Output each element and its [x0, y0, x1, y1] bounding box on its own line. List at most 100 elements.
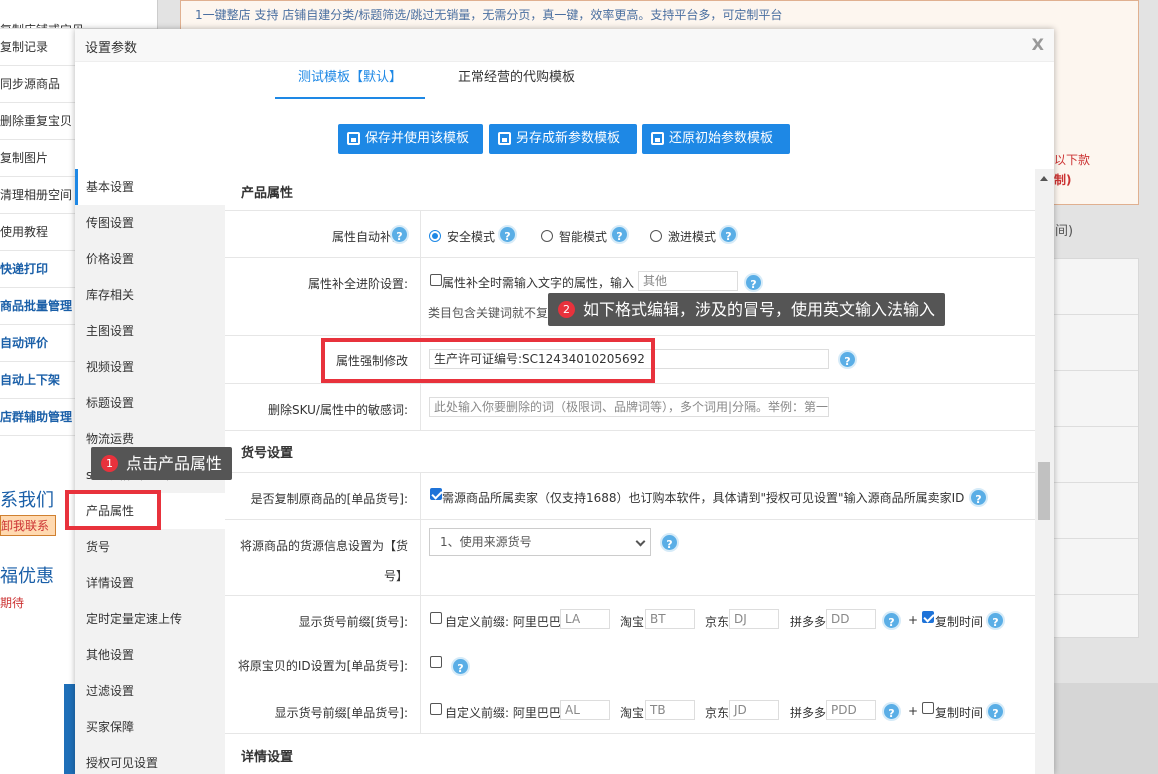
copy-sku-text: 需源商品所属卖家（仅支持1688）也订购本软件，具体请到"授权可见设置"输入源商…	[442, 491, 965, 505]
nav-item-buyer-protection[interactable]: 买家保障	[75, 709, 225, 745]
help-icon[interactable]: ?	[719, 225, 738, 244]
taobao-label: 淘宝	[620, 615, 645, 629]
help-icon[interactable]: ?	[969, 488, 988, 507]
advanced-label: 属性补全进阶设置:	[307, 277, 408, 291]
row-copy-sku: 是否复制原商品的[单品货号]: 需源商品所属卖家（仅支持1688）也订购本软件，…	[225, 472, 1035, 520]
nav-item-upload-image[interactable]: 传图设置	[75, 205, 225, 241]
copy-sku-label: 是否复制原商品的[单品货号]:	[250, 492, 408, 506]
radio-aggressive-mode[interactable]	[650, 230, 662, 242]
prefix-sku-taobao-input[interactable]: TB	[645, 700, 695, 720]
bg-promo-sub: 期待	[0, 596, 25, 610]
tab-test-template[interactable]: 测试模板【默认】	[275, 62, 425, 99]
step-1-badge: 1	[101, 455, 118, 472]
bg-paren-text: 间)	[1055, 224, 1074, 239]
help-icon[interactable]: ?	[986, 702, 1005, 721]
nav-item-basic[interactable]: 基本设置	[75, 169, 225, 205]
row-prefix: 显示货号前缀[货号]: 自定义前缀: 阿里巴巴 LA 淘宝 BT 京东 DJ 拼…	[225, 595, 1035, 644]
help-icon[interactable]: ?	[390, 225, 409, 244]
nav-item-details[interactable]: 详情设置	[75, 565, 225, 601]
source-info-label-1: 将源商品的货源信息设置为【货	[239, 539, 408, 553]
help-icon[interactable]: ?	[498, 225, 517, 244]
prefix-sku-pdd-input[interactable]: PDD	[826, 700, 876, 720]
tab-normal-template[interactable]: 正常经营的代购模板	[458, 62, 575, 99]
custom-prefix-sku-checkbox[interactable]	[430, 703, 442, 715]
button-label: 另存成新参数模板	[516, 131, 621, 146]
row-source-info: 将源商品的货源信息设置为【货 号】 1、使用来源货号 ?	[225, 519, 1035, 596]
bg-contact-button[interactable]: 卸我联系	[0, 515, 57, 536]
bg-sidebar-item[interactable]: 复制店铺或宝贝	[0, 0, 157, 29]
bg-notice-text: 1一键整店 支持 店铺自建分类/标题筛选/跳过无销量，无需分页，真一键，效率更高…	[195, 8, 783, 22]
bg-promo-title: 福优惠	[0, 566, 54, 587]
bg-notice-red: 以下款	[1054, 153, 1091, 167]
nav-item-video[interactable]: 视频设置	[75, 349, 225, 385]
copy-time-sku-checkbox[interactable]	[922, 702, 934, 714]
button-label: 还原初始参数模板	[669, 131, 774, 146]
save-use-template-button[interactable]: 保存并使用该模板	[338, 124, 483, 154]
restore-template-button[interactable]: 还原初始参数模板	[642, 124, 790, 154]
help-icon[interactable]: ?	[882, 611, 901, 630]
scroll-up-icon[interactable]	[1040, 176, 1048, 181]
jd-label: 京东	[705, 615, 730, 629]
advanced-checkbox[interactable]	[430, 274, 442, 286]
nav-item-price[interactable]: 价格设置	[75, 241, 225, 277]
help-icon[interactable]: ?	[986, 611, 1005, 630]
prefix-sku-ali-input[interactable]: AL	[560, 700, 610, 720]
orig-id-checkbox[interactable]	[430, 656, 442, 668]
prefix-jd-input[interactable]: DJ	[729, 609, 779, 629]
help-icon[interactable]: ?	[610, 225, 629, 244]
chevron-down-icon	[635, 536, 646, 547]
bg-right-panel	[1053, 258, 1139, 638]
save-icon	[498, 132, 511, 145]
callout-step-1: 1 点击产品属性	[91, 447, 233, 480]
source-info-select[interactable]: 1、使用来源货号	[429, 528, 651, 556]
step-2-badge: 2	[558, 301, 575, 318]
advanced-text: 属性补全时需输入文字的属性，输入	[442, 276, 635, 290]
button-label: 保存并使用该模板	[365, 131, 470, 146]
custom-prefix-sku-label: 自定义前缀: 阿里巴巴	[445, 706, 561, 720]
nav-item-title[interactable]: 标题设置	[75, 385, 225, 421]
content-scrollbar[interactable]	[1035, 169, 1054, 774]
pdd-label: 拼多多	[790, 615, 827, 629]
help-icon[interactable]: ?	[660, 533, 679, 552]
nav-item-authorization[interactable]: 授权可见设置	[75, 745, 225, 774]
save-icon	[651, 132, 664, 145]
nav-item-scheduled-upload[interactable]: 定时定量定速上传	[75, 601, 225, 637]
nav-item-main-image[interactable]: 主图设置	[75, 313, 225, 349]
help-icon[interactable]: ?	[744, 273, 763, 292]
save-as-template-button[interactable]: 另存成新参数模板	[489, 124, 637, 154]
callout-step-2: 2 如下格式编辑，涉及的冒号，使用英文输入法输入	[548, 293, 946, 326]
sensitive-words-input[interactable]: 此处输入你要删除的词（极限词、品牌词等），多个词用|分隔。举例：第一|顶级	[429, 397, 829, 417]
section-details-header	[225, 733, 1035, 774]
help-icon[interactable]: ?	[451, 657, 470, 676]
nav-item-stock[interactable]: 库存相关	[75, 277, 225, 313]
help-icon[interactable]: ?	[838, 350, 857, 369]
advanced-text-2: 类目包含关键词就不复制	[428, 306, 561, 320]
copy-sku-checkbox[interactable]	[430, 488, 442, 500]
advanced-input[interactable]: 其他	[638, 271, 738, 291]
custom-prefix-checkbox[interactable]	[430, 612, 442, 624]
prefix-taobao-input[interactable]: BT	[645, 609, 695, 629]
radio-smart-mode[interactable]	[541, 230, 553, 242]
source-info-label-2: 号】	[383, 569, 408, 583]
row-orig-id: 将原宝贝的ID设置为[单品货号]: ?	[225, 643, 1035, 687]
prefix-sku-label: 显示货号前缀[单品货号]:	[274, 706, 408, 720]
prefix-sku-jd-input[interactable]: JD	[729, 700, 779, 720]
copy-time-checkbox[interactable]	[922, 611, 934, 623]
save-icon	[347, 132, 360, 145]
nav-item-item-number[interactable]: 货号	[75, 529, 225, 565]
prefix-pdd-input[interactable]: DD	[826, 609, 876, 629]
bg-notice-red2: 制)	[1054, 173, 1072, 187]
nav-item-filter[interactable]: 过滤设置	[75, 673, 225, 709]
highlight-product-attributes	[65, 490, 161, 530]
prefix-ali-input[interactable]: LA	[560, 609, 610, 629]
source-info-select-value: 1、使用来源货号	[440, 535, 532, 549]
plus-sign: +	[908, 613, 919, 627]
row-auto-fill: 属性自动补全: ? 安全模式 ? 智能模式 ? 激进模式 ?	[225, 210, 1035, 258]
section-title-sku: 货号设置	[241, 446, 294, 461]
help-icon[interactable]: ?	[882, 702, 901, 721]
radio-safe-mode[interactable]	[429, 230, 441, 242]
nav-item-other[interactable]: 其他设置	[75, 637, 225, 673]
section-sku-header	[225, 430, 1035, 472]
scroll-thumb[interactable]	[1038, 462, 1050, 520]
close-icon[interactable]: X	[1032, 35, 1044, 54]
